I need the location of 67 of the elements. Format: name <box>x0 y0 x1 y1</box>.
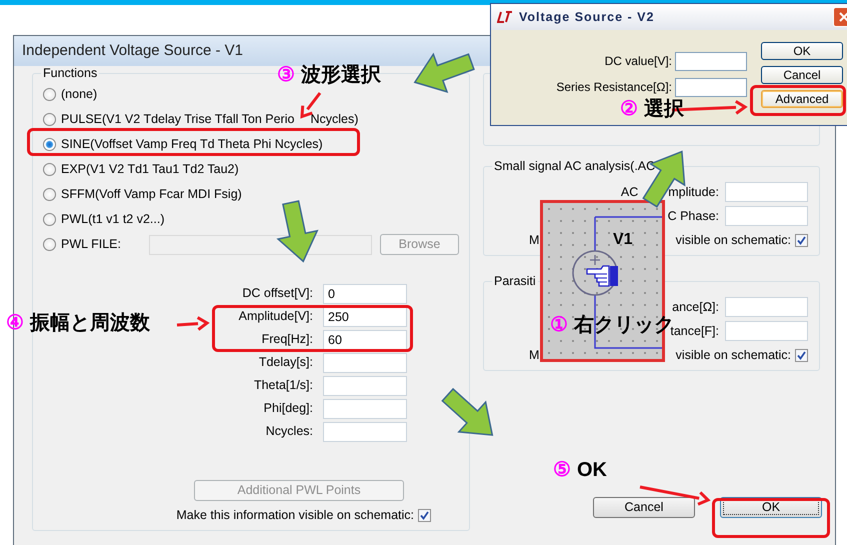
callout-arrow <box>414 52 475 93</box>
advanced-button[interactable]: Advanced <box>761 90 843 108</box>
option-label[interactable]: PWL FILE: <box>61 237 121 252</box>
option-label[interactable]: PULSE(V1 V2 Tdelay Trise Tfall Ton Perio <box>61 112 294 127</box>
field-label: C Phase: <box>668 208 719 224</box>
checkbox[interactable] <box>418 509 431 522</box>
cancel-button[interactable]: Cancel <box>593 497 695 518</box>
ok-button[interactable]: OK <box>761 42 843 60</box>
cancel-button[interactable]: Cancel <box>761 66 843 84</box>
field-label: Theta[1/s]: <box>254 378 313 393</box>
step-annotation: ③ 波形選択 <box>277 63 381 87</box>
input-field[interactable] <box>675 78 747 96</box>
input-field[interactable] <box>675 52 747 70</box>
hand-pointer-icon <box>585 263 621 289</box>
radio-button[interactable] <box>43 238 56 251</box>
field-label: Freq[Hz]: <box>262 332 313 347</box>
field-label: mplitude: <box>668 184 719 200</box>
input-field[interactable] <box>323 376 407 396</box>
checkbox[interactable] <box>795 348 808 362</box>
input-field[interactable]: 250 <box>323 306 407 326</box>
input-field[interactable] <box>725 321 808 341</box>
radio-button[interactable] <box>43 163 56 176</box>
checkbox-label: visible on schematic: <box>676 232 791 248</box>
field-label: Amplitude[V]: <box>238 309 313 324</box>
checkbox[interactable] <box>795 234 808 246</box>
input-field[interactable] <box>323 398 407 418</box>
input-field[interactable] <box>725 297 808 317</box>
step-annotation: ⑤ OK <box>553 458 607 482</box>
field-label: Ncycles: <box>266 424 313 439</box>
option-label[interactable]: Ncycles) <box>310 112 358 127</box>
radio-button[interactable] <box>43 113 56 126</box>
input-field[interactable] <box>725 182 808 202</box>
checkbox-label: M <box>529 232 540 248</box>
field-label: DC offset[V]: <box>242 286 313 301</box>
input-field[interactable]: 0 <box>323 284 407 304</box>
checkbox-label: M <box>529 348 540 362</box>
pointer-arrow <box>176 316 210 331</box>
field-label: Tdelay[s]: <box>258 355 313 370</box>
group-title: Small signal AC analysis(.AC <box>492 159 658 174</box>
option-label[interactable]: SINE(Voffset Vamp Freq Td Theta Phi Ncycles) <box>61 137 323 152</box>
radio-button[interactable] <box>43 138 56 151</box>
radio-button[interactable] <box>43 213 56 226</box>
input-field[interactable]: 60 <box>323 330 407 350</box>
window-title: Voltage Source - V2 <box>519 10 654 24</box>
window-title: Independent Voltage Source - V1 <box>22 42 244 60</box>
field-label: AC <box>620 184 638 200</box>
field-label: Phi[deg]: <box>264 401 313 416</box>
close-icon <box>839 12 847 22</box>
logo-icon <box>497 11 513 23</box>
option-label[interactable]: (none) <box>61 87 98 102</box>
field-label: ance[Ω]: <box>672 300 719 314</box>
option-label[interactable]: EXP(V1 V2 Td1 Tau1 Td2 Tau2) <box>61 162 239 177</box>
callout-arrow <box>441 388 494 436</box>
component-label: V1 <box>613 230 633 250</box>
input-field[interactable] <box>323 422 407 442</box>
input-field[interactable] <box>323 352 407 372</box>
field-label: tance[F]: <box>670 324 719 338</box>
radio-button[interactable] <box>43 88 56 101</box>
checkbox-label: Make this information visible on schematic: <box>176 508 414 523</box>
field-label: DC value[V]: <box>604 54 672 68</box>
callout-arrow <box>276 200 318 263</box>
input-field[interactable] <box>725 206 808 226</box>
checkbox-label: visible on schematic: <box>676 348 791 362</box>
option-label[interactable]: SFFM(Voff Vamp Fcar MDI Fsig) <box>61 187 242 202</box>
field-label: Series Resistance[Ω]: <box>556 80 672 94</box>
radio-button[interactable] <box>43 188 56 201</box>
option-label[interactable]: PWL(t1 v1 t2 v2...) <box>61 212 165 227</box>
